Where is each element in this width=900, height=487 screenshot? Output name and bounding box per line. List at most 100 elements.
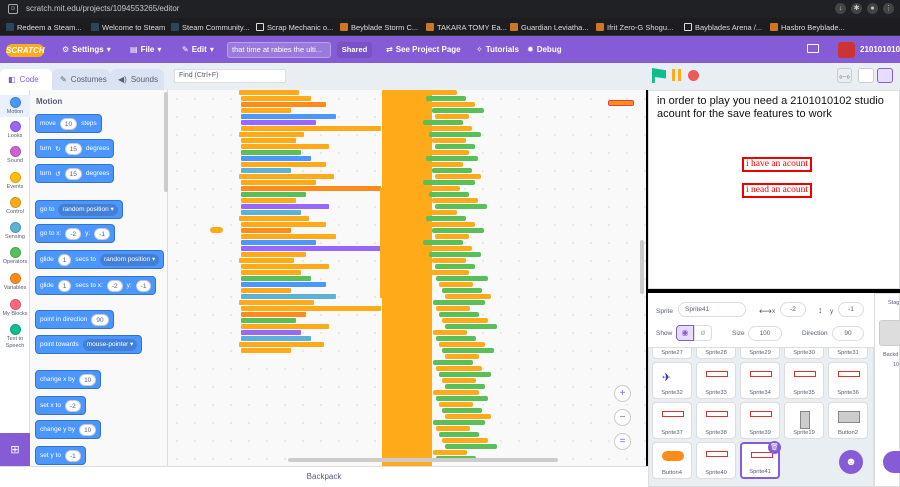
code-block[interactable] [239,216,309,221]
sprite-tile[interactable]: Sprite34 [740,362,780,399]
zoom-reset-button[interactable]: = [614,433,631,450]
my-stuff-folder-icon[interactable] [807,44,819,53]
motion-block[interactable]: point towards mouse-pointer ▾ [35,335,143,354]
bookmark[interactable]: Guardian Leviatha... [510,22,589,32]
backpack[interactable]: Backpack [0,466,648,487]
see-project-page-button[interactable]: ⇄ See Project Page [386,36,461,63]
code-block[interactable] [423,180,475,185]
file-menu[interactable]: ▤ File ▾ [130,36,161,63]
bookmark[interactable]: Beyblade Storm C... [340,22,418,32]
category-control[interactable]: Control [0,197,30,215]
category-sound[interactable]: Sound [0,146,30,164]
code-block[interactable] [241,102,326,107]
find-input[interactable]: Find (Ctrl+F) [174,69,286,83]
code-block[interactable] [435,234,469,239]
code-block[interactable] [426,96,466,101]
code-block[interactable] [429,192,469,197]
block-input[interactable]: random position ▾ [58,203,118,216]
large-stage-icon[interactable] [877,68,893,83]
code-block[interactable] [241,120,316,125]
code-block[interactable] [445,384,485,389]
sprite-tile[interactable]: Sprite35 [784,362,824,399]
code-block[interactable] [426,126,472,131]
block-input[interactable]: 15 [64,142,82,155]
code-block[interactable] [436,366,482,371]
code-block[interactable] [442,378,476,383]
code-block[interactable] [241,192,306,197]
code-block[interactable] [423,210,457,215]
tab-sounds[interactable]: ◀) Sounds [110,69,164,90]
code-block[interactable] [435,114,469,119]
code-block[interactable] [432,228,484,233]
code-block[interactable] [439,312,479,317]
code-block[interactable] [435,144,475,149]
stop-icon[interactable] [688,70,699,81]
code-block[interactable] [241,150,301,155]
code-block[interactable] [439,342,485,347]
sprite-tile[interactable]: Sprite38 [696,402,736,439]
code-block[interactable] [241,348,291,353]
code-block[interactable] [442,318,488,323]
sprite-tile[interactable]: Sprite31 [828,348,868,359]
block-input[interactable]: 1 [57,279,72,292]
code-block[interactable] [241,108,291,113]
code-block[interactable] [423,120,463,125]
code-block[interactable] [439,372,491,377]
code-block[interactable] [241,288,291,293]
motion-block[interactable]: set x to -2 [35,396,86,415]
code-block[interactable] [432,258,466,263]
code-block[interactable] [241,156,311,161]
sprite-tile[interactable]: Sprite30 [784,348,824,359]
sprite-tile[interactable]: Sprite36 [828,362,868,399]
code-block[interactable] [429,222,475,227]
code-block[interactable] [241,276,311,281]
code-block[interactable] [239,174,334,179]
small-stage-icon[interactable] [858,68,874,83]
bookmark[interactable]: Redeem a Steam... [6,22,82,32]
shared-button[interactable]: Shared [337,42,372,58]
scratch-logo[interactable]: SCRATCH [6,44,45,57]
workspace-horizontal-scrollbar[interactable] [288,458,558,462]
code-block[interactable] [241,186,381,191]
code-block[interactable] [433,300,485,305]
hide-eye-icon[interactable]: ø [694,325,712,341]
code-block[interactable] [436,276,488,281]
settings-menu[interactable]: ⚙ Settings ▾ [62,36,111,63]
avatar[interactable] [838,42,855,58]
code-block[interactable] [239,258,294,263]
category-variables[interactable]: Variables [0,273,30,291]
block-input[interactable]: -2 [64,399,81,412]
tab-costumes[interactable]: ✎ Costumes [52,69,110,90]
category-events[interactable]: Events [0,172,30,190]
bookmark[interactable]: Hasbro Beyblade... [770,22,845,32]
bookmark[interactable]: TAKARA TOMY Ea... [426,22,507,32]
debug-button[interactable]: ✹ Debug [527,36,562,63]
code-block[interactable] [429,102,475,107]
code-block[interactable] [432,198,478,203]
choose-sprite-button[interactable]: ☻ [839,450,863,474]
code-block[interactable] [429,162,463,167]
code-block[interactable] [241,336,311,341]
motion-block[interactable]: glide 1 secs to random position ▾ [35,250,165,269]
code-block[interactable] [433,450,467,455]
motion-block[interactable]: go to random position ▾ [35,200,123,219]
bookmark[interactable]: Welcome to Steam [91,22,165,32]
block-input[interactable]: -1 [64,449,81,462]
bookmark[interactable]: Ifrit Zero-G Shogu... [596,22,673,32]
code-block[interactable] [445,444,497,449]
code-block[interactable] [241,210,301,215]
code-block[interactable] [241,222,326,227]
block-input[interactable]: -2 [106,279,123,292]
menu-icon[interactable]: ⋮ [883,3,894,14]
code-block[interactable] [426,246,472,251]
code-block[interactable] [423,150,469,155]
sprite-tile[interactable]: Sprite29 [740,348,780,359]
code-block[interactable] [445,354,479,359]
y-input[interactable]: -1 [838,302,864,317]
category-my-blocks[interactable]: My Blocks [0,299,30,317]
motion-block[interactable]: turn ↺ 15 degrees [35,164,115,183]
extensions-icon[interactable]: ✱ [851,3,862,14]
code-block[interactable] [432,138,466,143]
choose-backdrop-button[interactable] [883,451,900,473]
code-block[interactable] [241,324,329,329]
